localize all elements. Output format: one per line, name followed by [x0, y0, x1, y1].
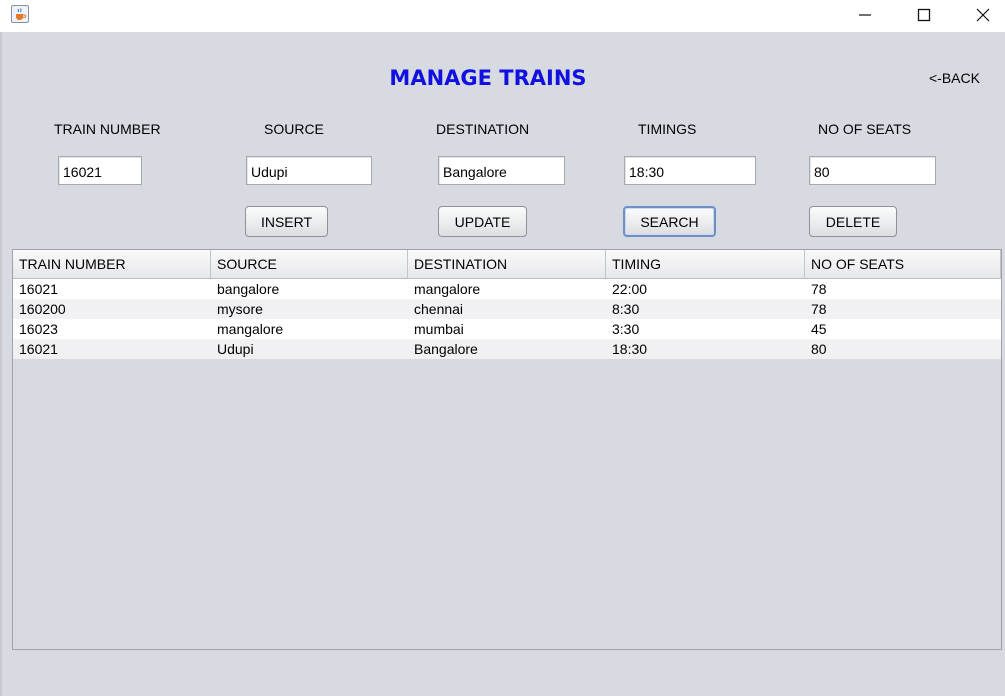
cell-no-of-seats: 80 — [811, 341, 827, 357]
cell-timing: 3:30 — [612, 321, 640, 337]
cell-timing: 22:00 — [612, 281, 648, 297]
cell-train-number: 16021 — [19, 281, 58, 297]
cell-train-number: 160200 — [19, 301, 66, 317]
close-icon — [976, 8, 990, 22]
table-row[interactable]: 16021 bangalore mangalore 22:00 78 — [13, 279, 1001, 299]
table-row[interactable]: 16023 mangalore mumbai 3:30 45 — [13, 319, 1001, 339]
source-input[interactable] — [246, 156, 372, 185]
column-header-timing[interactable]: TIMING — [606, 250, 805, 278]
update-button[interactable]: UPDATE — [438, 206, 527, 237]
maximize-icon — [917, 8, 931, 22]
source-label: SOURCE — [264, 121, 324, 137]
table-header: TRAIN NUMBER SOURCE DESTINATION TIMING N… — [13, 250, 1001, 279]
cell-destination: mangalore — [414, 281, 481, 297]
minimize-icon — [859, 14, 871, 16]
cell-source: Udupi — [217, 341, 254, 357]
train-number-label: TRAIN NUMBER — [54, 121, 161, 137]
cell-source: mangalore — [217, 321, 284, 337]
table-body: 16021 bangalore mangalore 22:00 78 16020… — [13, 279, 1001, 359]
destination-label: DESTINATION — [436, 121, 530, 137]
close-button[interactable] — [954, 0, 1005, 30]
cell-train-number: 16021 — [19, 341, 58, 357]
cell-no-of-seats: 45 — [811, 321, 827, 337]
page-title: MANAGE TRAINS — [389, 66, 587, 90]
column-header-train-number[interactable]: TRAIN NUMBER — [13, 250, 211, 278]
insert-button[interactable]: INSERT — [245, 206, 328, 237]
timings-label: TIMINGS — [638, 121, 697, 137]
cell-train-number: 16023 — [19, 321, 58, 337]
cell-source: bangalore — [217, 281, 280, 297]
cell-destination: Bangalore — [414, 341, 478, 357]
column-header-destination[interactable]: DESTINATION — [408, 250, 606, 278]
no-of-seats-input[interactable] — [809, 156, 936, 185]
minimize-button[interactable] — [836, 0, 894, 30]
trains-table[interactable]: TRAIN NUMBER SOURCE DESTINATION TIMING N… — [12, 249, 1002, 650]
cell-no-of-seats: 78 — [811, 301, 827, 317]
table-row[interactable]: 16021 Udupi Bangalore 18:30 80 — [13, 339, 1001, 359]
back-link[interactable]: <-BACK — [929, 70, 980, 86]
column-header-no-of-seats[interactable]: NO OF SEATS — [805, 250, 1001, 278]
column-header-source[interactable]: SOURCE — [211, 250, 408, 278]
destination-input[interactable] — [438, 156, 565, 185]
no-of-seats-label: NO OF SEATS — [818, 121, 912, 137]
maximize-button[interactable] — [895, 0, 953, 30]
train-number-input[interactable] — [58, 156, 142, 185]
window-titlebar — [0, 0, 1005, 32]
timings-input[interactable] — [624, 156, 756, 185]
cell-timing: 18:30 — [612, 341, 648, 357]
search-button[interactable]: SEARCH — [623, 206, 716, 237]
java-coffee-cup-icon — [11, 5, 29, 23]
cell-no-of-seats: 78 — [811, 281, 827, 297]
cell-source: mysore — [217, 301, 263, 317]
cell-destination: chennai — [414, 301, 464, 317]
cell-destination: mumbai — [414, 321, 464, 337]
cell-timing: 8:30 — [612, 301, 640, 317]
delete-button[interactable]: DELETE — [809, 206, 897, 237]
window-left-edge — [0, 32, 2, 696]
table-row[interactable]: 160200 mysore chennai 8:30 78 — [13, 299, 1001, 319]
